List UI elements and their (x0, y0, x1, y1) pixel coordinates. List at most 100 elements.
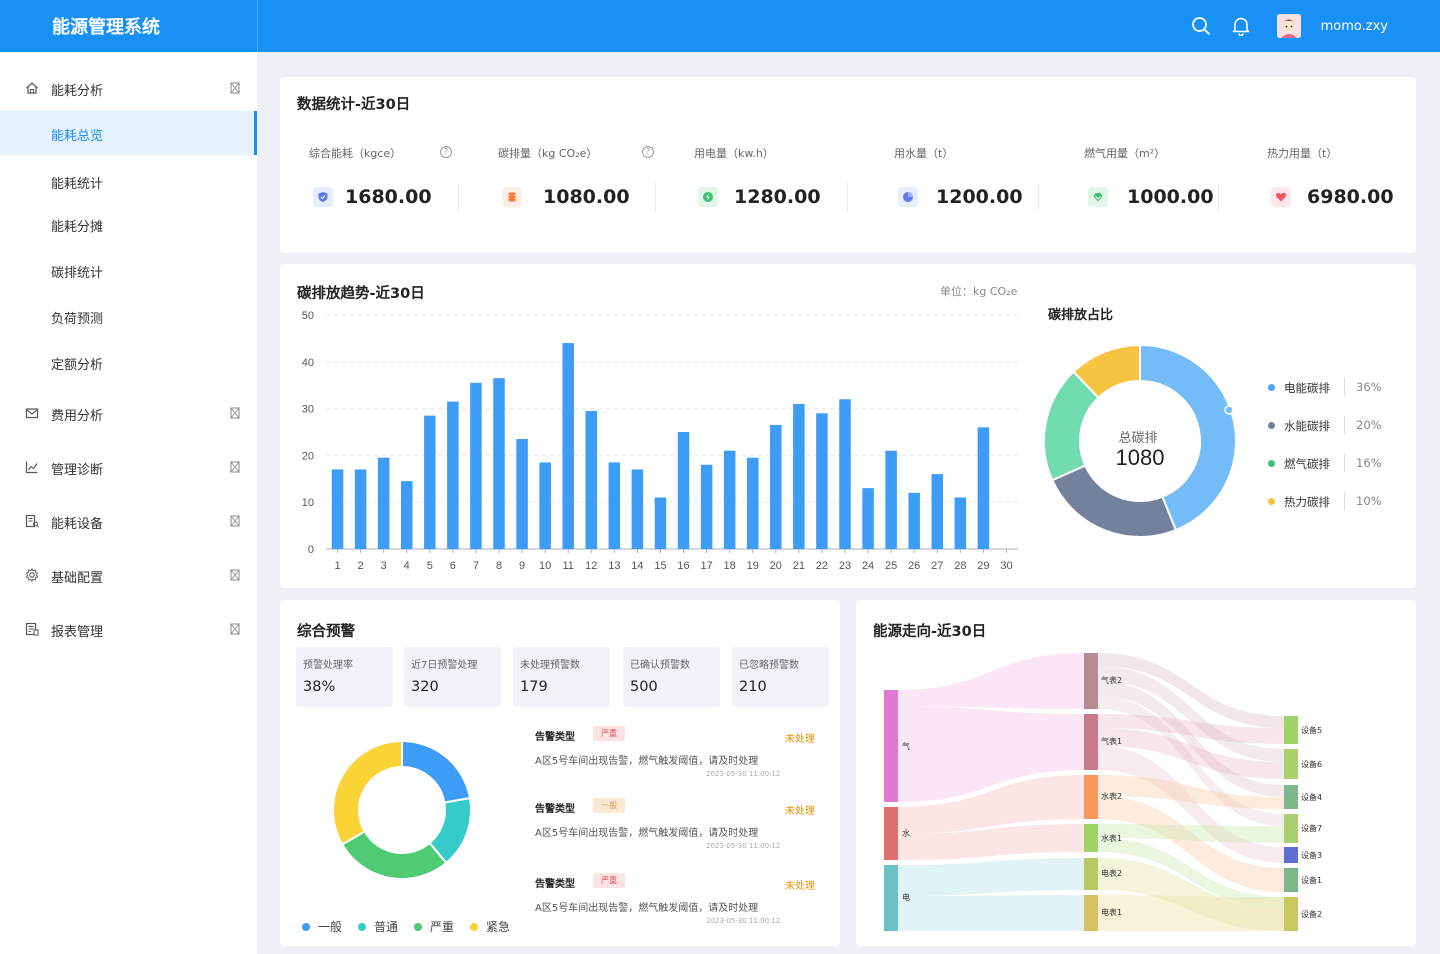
sidebar-item-energy-allocation[interactable]: 能耗分摊 (0, 202, 257, 246)
help-icon[interactable]: ? (440, 146, 452, 158)
sankey-node-label: 气表1 (1101, 736, 1122, 746)
bar-day-25[interactable] (885, 450, 897, 549)
search-icon[interactable] (1191, 16, 1211, 36)
bar-day-29[interactable] (977, 427, 990, 549)
bar-day-4[interactable] (400, 481, 413, 549)
bar-day-13[interactable] (608, 462, 621, 549)
alert-item[interactable]: 告警类型 严重 未处理 A区5号车间出现告警，燃气触发阈值，请及时处理 2023… (535, 726, 815, 784)
bar-day-7[interactable] (470, 382, 482, 549)
sidebar-item-load-forecast[interactable]: 负荷预测 (0, 294, 257, 338)
bar-day-26[interactable] (908, 492, 920, 549)
sankey-node-electric-meter-2[interactable] (1084, 858, 1098, 890)
sankey-node-gas[interactable] (884, 690, 898, 802)
legend-divider (1344, 378, 1345, 396)
sankey-node-water-meter-2[interactable] (1084, 775, 1098, 819)
sankey-node-label: 气表2 (1101, 675, 1122, 685)
bar-day-24[interactable] (862, 488, 874, 549)
bar-day-14[interactable] (631, 469, 644, 549)
x-tick-label: 29 (977, 560, 989, 572)
sidebar-group-energy-analysis[interactable]: 能耗分析 (0, 68, 257, 108)
legend-name: 热力碳排 (1284, 495, 1330, 509)
sankey-node-device-7[interactable] (1284, 814, 1298, 843)
legend-divider (1344, 416, 1345, 434)
sidebar-group-report-management[interactable]: 报表管理 (0, 609, 257, 649)
sankey-node-device-4[interactable] (1284, 785, 1298, 809)
sidebar-item-quota-analysis[interactable]: 定额分析 (0, 340, 257, 384)
bar-day-20[interactable] (770, 424, 782, 549)
bar-day-19[interactable] (746, 457, 759, 549)
sankey-node-electricity[interactable] (884, 865, 898, 931)
bar-day-16[interactable] (677, 432, 690, 549)
avatar[interactable] (1276, 14, 1301, 38)
bar-day-23[interactable] (839, 399, 851, 549)
sankey-node-label: 设备6 (1301, 759, 1322, 769)
sidebar-item-carbon-stats[interactable]: 碳排统计 (0, 248, 257, 292)
bar-day-18[interactable] (723, 450, 736, 549)
carbon-share-slice-3[interactable] (1043, 370, 1100, 482)
kpi-unhandled: 未处理预警数 179 (513, 647, 610, 707)
bar-day-12[interactable] (585, 410, 598, 549)
kpi-label: 近7日预警处理 (411, 660, 478, 671)
sankey-node-water-meter-1[interactable] (1084, 824, 1098, 852)
sankey-node-water[interactable] (884, 807, 898, 860)
bar-day-8[interactable] (493, 378, 505, 549)
sankey-node-device-5[interactable] (1284, 716, 1298, 744)
sidebar-item-energy-overview[interactable]: 能耗总览 (0, 111, 257, 155)
sankey-node-electric-meter-1[interactable] (1084, 895, 1098, 931)
bar-day-21[interactable] (793, 403, 805, 549)
bar-day-10[interactable] (539, 462, 551, 549)
top-header: 能源管理系统 momo.zxy (0, 0, 1440, 52)
x-tick-label: 4 (404, 560, 410, 572)
sidebar-group-energy-devices[interactable]: 能耗设备 (0, 501, 257, 541)
bar-day-22[interactable] (816, 413, 828, 549)
sidebar-item-energy-stats[interactable]: 能耗统计 (0, 159, 257, 203)
username[interactable]: momo.zxy (1321, 19, 1388, 34)
bell-icon[interactable] (1231, 16, 1251, 36)
x-tick-label: 16 (677, 560, 689, 572)
x-tick-label: 3 (381, 560, 387, 572)
x-tick-label: 21 (793, 560, 805, 572)
bar-day-2[interactable] (354, 469, 367, 549)
sankey-node-label: 电 (902, 892, 910, 902)
collapse-icon (230, 82, 240, 94)
bar-day-17[interactable] (700, 464, 713, 549)
sidebar-group-management-diagnosis[interactable]: 管理诊断 (0, 447, 257, 487)
bar-day-1[interactable] (331, 469, 344, 549)
sankey-node-label: 电表2 (1101, 868, 1122, 878)
alert-description: A区5号车间出现告警，燃气触发阈值，请及时处理 (535, 828, 759, 839)
bar-day-27[interactable] (931, 474, 944, 549)
help-icon[interactable]: ? (642, 146, 654, 158)
report-icon (25, 622, 39, 636)
bar-day-9[interactable] (516, 439, 528, 549)
sankey-node-device-1[interactable] (1284, 868, 1298, 892)
sidebar-group-basic-config[interactable]: 基础配置 (0, 555, 257, 595)
x-tick-label: 12 (585, 560, 597, 572)
bar-day-15[interactable] (654, 497, 667, 549)
sidebar-group-cost-analysis[interactable]: 费用分析 (0, 393, 257, 433)
sankey-node-device-3[interactable] (1284, 847, 1298, 863)
water-icon (898, 187, 918, 207)
bar-day-11[interactable] (562, 343, 574, 549)
sankey-node-gas-meter-1[interactable] (1084, 714, 1098, 770)
legend-name: 一般 (318, 920, 343, 934)
bar-day-6[interactable] (447, 401, 459, 549)
alert-item[interactable]: 告警类型 严重 未处理 A区5号车间出现告警，燃气触发阈值，请及时处理 2023… (535, 873, 815, 931)
sankey-node-gas-meter-2[interactable] (1084, 653, 1098, 709)
sidebar-item-label: 能耗分摊 (51, 220, 104, 235)
warning-level-slice-1[interactable] (401, 740, 472, 804)
stat-value: 1000.00 (1127, 186, 1214, 208)
alert-item[interactable]: 告警类型 一般 未处理 A区5号车间出现告警，燃气触发阈值，请及时处理 2023… (535, 798, 815, 856)
bar-day-3[interactable] (377, 457, 390, 549)
alert-status[interactable]: 未处理 (785, 730, 815, 745)
carbon-share-slice-2[interactable] (1051, 464, 1178, 538)
warning-level-slice-3[interactable] (340, 830, 448, 880)
x-tick-label: 30 (1000, 560, 1012, 572)
alert-status[interactable]: 未处理 (785, 877, 815, 892)
sankey-node-device-6[interactable] (1284, 749, 1298, 779)
bar-day-28[interactable] (954, 497, 967, 549)
alert-status[interactable]: 未处理 (785, 802, 815, 817)
bar-day-5[interactable] (424, 415, 436, 549)
warning-level-slice-4[interactable] (332, 740, 403, 846)
y-tick-label: 30 (302, 404, 314, 416)
sankey-node-device-2[interactable] (1284, 897, 1298, 931)
